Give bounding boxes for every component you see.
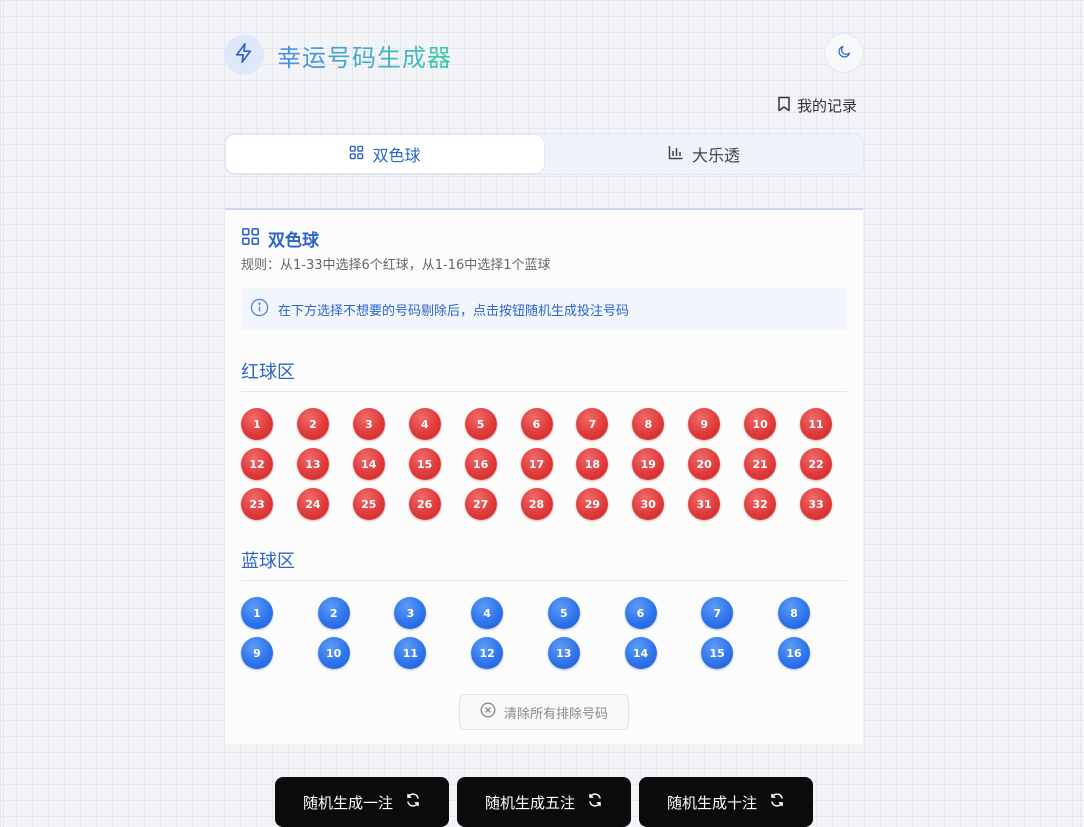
bookmark-icon — [777, 96, 791, 116]
blue-ball[interactable]: 7 — [701, 597, 734, 629]
red-ball[interactable]: 25 — [352, 488, 385, 520]
red-ball[interactable]: 16 — [464, 448, 497, 480]
grid-icon — [349, 145, 364, 164]
lottery-card: 双色球 规则：从1-33中选择6个红球，从1-16中选择1个蓝球 在下方选择不想… — [225, 208, 863, 744]
red-ball[interactable]: 33 — [800, 488, 832, 520]
red-ball[interactable]: 14 — [352, 448, 385, 480]
info-text: 在下方选择不想要的号码剔除后，点击按钮随机生成投注号码 — [278, 303, 630, 319]
red-ball[interactable]: 6 — [520, 408, 553, 440]
generate-five-button[interactable]: 随机生成五注 — [457, 777, 631, 827]
blue-ball[interactable]: 1 — [241, 597, 273, 629]
lottery-tabs: 双色球 大乐透 — [224, 133, 864, 175]
red-ball[interactable]: 23 — [241, 488, 273, 520]
tab-label: 大乐透 — [691, 146, 740, 165]
tab-label: 双色球 — [372, 146, 421, 165]
app-title: 幸运号码生成器 — [277, 38, 452, 73]
red-ball[interactable]: 29 — [576, 488, 609, 520]
blue-ball[interactable]: 2 — [317, 597, 350, 629]
card-title: 双色球 — [241, 226, 319, 251]
close-circle-icon — [480, 702, 496, 722]
red-ball[interactable]: 4 — [408, 408, 441, 440]
info-banner: 在下方选择不想要的号码剔除后，点击按钮随机生成投注号码 — [241, 288, 847, 330]
clear-excluded-button[interactable]: 清除所有排除号码 — [459, 694, 629, 730]
red-ball[interactable]: 9 — [688, 408, 721, 440]
red-section-title: 红球区 — [241, 362, 295, 383]
info-icon — [250, 298, 269, 321]
red-ball[interactable]: 8 — [632, 408, 665, 440]
red-ball[interactable]: 32 — [744, 488, 777, 520]
refresh-icon — [405, 792, 421, 812]
red-ball[interactable]: 1 — [241, 408, 273, 440]
theme-toggle-button[interactable] — [824, 33, 864, 73]
red-ball[interactable]: 21 — [744, 448, 777, 480]
red-ball[interactable]: 17 — [520, 448, 553, 480]
blue-ball[interactable]: 5 — [547, 597, 580, 629]
generate-one-button[interactable]: 随机生成一注 — [275, 777, 449, 827]
bar-chart-icon — [668, 145, 684, 164]
blue-ball[interactable]: 16 — [777, 637, 810, 669]
blue-ball[interactable]: 4 — [471, 597, 504, 629]
refresh-icon — [769, 792, 785, 812]
red-ball[interactable]: 30 — [632, 488, 665, 520]
red-ball[interactable]: 26 — [408, 488, 441, 520]
blue-ball[interactable]: 10 — [317, 637, 350, 669]
red-section-divider — [241, 391, 847, 392]
logo — [224, 35, 264, 75]
red-ball[interactable]: 5 — [464, 408, 497, 440]
red-ball[interactable]: 13 — [296, 448, 329, 480]
grid-icon — [241, 227, 260, 251]
blue-ball[interactable]: 14 — [624, 637, 657, 669]
generate-label: 随机生成十注 — [666, 793, 757, 812]
blue-ball[interactable]: 3 — [394, 597, 427, 629]
blue-ball[interactable]: 13 — [547, 637, 580, 669]
clear-label: 清除所有排除号码 — [503, 706, 608, 722]
generate-ten-button[interactable]: 随机生成十注 — [639, 777, 813, 827]
generate-label: 随机生成五注 — [484, 793, 575, 812]
red-ball[interactable]: 11 — [800, 408, 832, 440]
my-records-label: 我的记录 — [797, 97, 858, 115]
red-ball[interactable]: 19 — [632, 448, 665, 480]
red-ball[interactable]: 28 — [520, 488, 553, 520]
red-ball[interactable]: 3 — [352, 408, 385, 440]
red-ball[interactable]: 31 — [688, 488, 721, 520]
blue-ball[interactable]: 6 — [624, 597, 657, 629]
tab-shuangseqiu[interactable]: 双色球 — [225, 134, 545, 174]
blue-ball[interactable]: 8 — [777, 597, 810, 629]
red-ball[interactable]: 24 — [296, 488, 329, 520]
red-ball[interactable]: 15 — [408, 448, 441, 480]
generate-label: 随机生成一注 — [302, 793, 393, 812]
tab-daletou[interactable]: 大乐透 — [545, 134, 863, 174]
red-ball[interactable]: 27 — [464, 488, 497, 520]
red-ball[interactable]: 22 — [800, 448, 832, 480]
red-ball[interactable]: 7 — [576, 408, 609, 440]
card-title-text: 双色球 — [268, 231, 319, 251]
lightning-icon — [233, 42, 255, 68]
blue-ball[interactable]: 9 — [241, 637, 273, 669]
moon-icon — [837, 44, 852, 63]
blue-ball[interactable]: 15 — [701, 637, 734, 669]
blue-section-title: 蓝球区 — [241, 551, 295, 572]
red-ball[interactable]: 20 — [688, 448, 721, 480]
rule-text: 规则：从1-33中选择6个红球，从1-16中选择1个蓝球 — [241, 258, 551, 273]
my-records-link[interactable]: 我的记录 — [777, 95, 857, 116]
red-ball[interactable]: 2 — [296, 408, 329, 440]
red-ball[interactable]: 10 — [744, 408, 777, 440]
blue-section-divider — [241, 580, 847, 581]
blue-ball[interactable]: 12 — [471, 637, 504, 669]
red-ball[interactable]: 18 — [576, 448, 609, 480]
refresh-icon — [587, 792, 603, 812]
blue-ball[interactable]: 11 — [394, 637, 427, 669]
red-ball[interactable]: 12 — [241, 448, 273, 480]
